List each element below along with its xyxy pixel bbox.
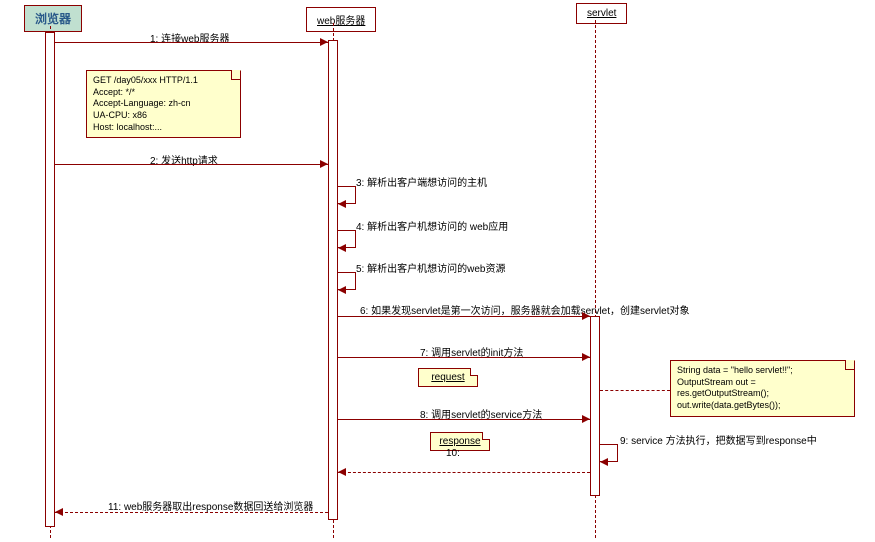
msg3-label: 3: 解析出客户端想访问的主机 [356,174,487,189]
msg9-head [600,458,608,466]
note-code-l1: String data = "hello servlet!!"; [677,365,848,377]
msg6-arrow [338,316,590,317]
msg5-head [338,286,346,294]
obj-response: response [430,432,490,451]
note-code-link [600,390,670,391]
msg1-head [320,38,328,46]
msg9-label: 9: service 方法执行，把数据写到response中 [620,432,817,447]
msg11-label: 11: web服务器取出response数据回送给浏览器 [108,498,313,513]
msg6-head [582,312,590,320]
msg4-head [338,244,346,252]
note-code: String data = "hello servlet!!"; OutputS… [670,360,855,417]
msg3-head [338,200,346,208]
activation-browser [45,32,55,527]
actor-webserver: web服务器 [306,7,376,32]
obj-request-label: request [431,372,464,383]
note-code-l3: out.write(data.getBytes()); [677,400,848,412]
msg8-head [582,415,590,423]
msg4-label: 4: 解析出客户机想访问的 web应用 [356,218,508,233]
actor-servlet: servlet [576,3,627,24]
note-http-l3: Accept-Language: zh-cn [93,98,234,110]
note-http-l5: Host: localhost:... [93,122,234,134]
msg11-arrow [55,512,328,513]
note-http-l2: Accept: */* [93,87,234,99]
msg2-arrow [55,164,328,165]
obj-response-label: response [439,436,480,447]
actor-browser: 浏览器 [24,5,82,32]
activation-webserver [328,40,338,520]
msg1-arrow [55,42,328,43]
msg10-label: 10: [446,448,460,459]
msg6-label: 6: 如果发现servlet是第一次访问，服务器就会加载servlet，创建se… [360,302,689,317]
msg11-head [55,508,63,516]
msg10-arrow [338,472,590,473]
msg7-arrow [338,357,590,358]
msg5-label: 5: 解析出客户机想访问的web资源 [356,260,505,275]
note-http-l1: GET /day05/xxx HTTP/1.1 [93,75,234,87]
msg2-head [320,160,328,168]
msg8-arrow [338,419,590,420]
note-http-l4: UA-CPU: x86 [93,110,234,122]
msg7-head [582,353,590,361]
obj-request: request [418,368,478,387]
note-code-l2: OutputStream out = res.getOutputStream()… [677,377,848,400]
activation-servlet [590,316,600,496]
msg10-head [338,468,346,476]
note-http: GET /day05/xxx HTTP/1.1 Accept: */* Acce… [86,70,241,138]
